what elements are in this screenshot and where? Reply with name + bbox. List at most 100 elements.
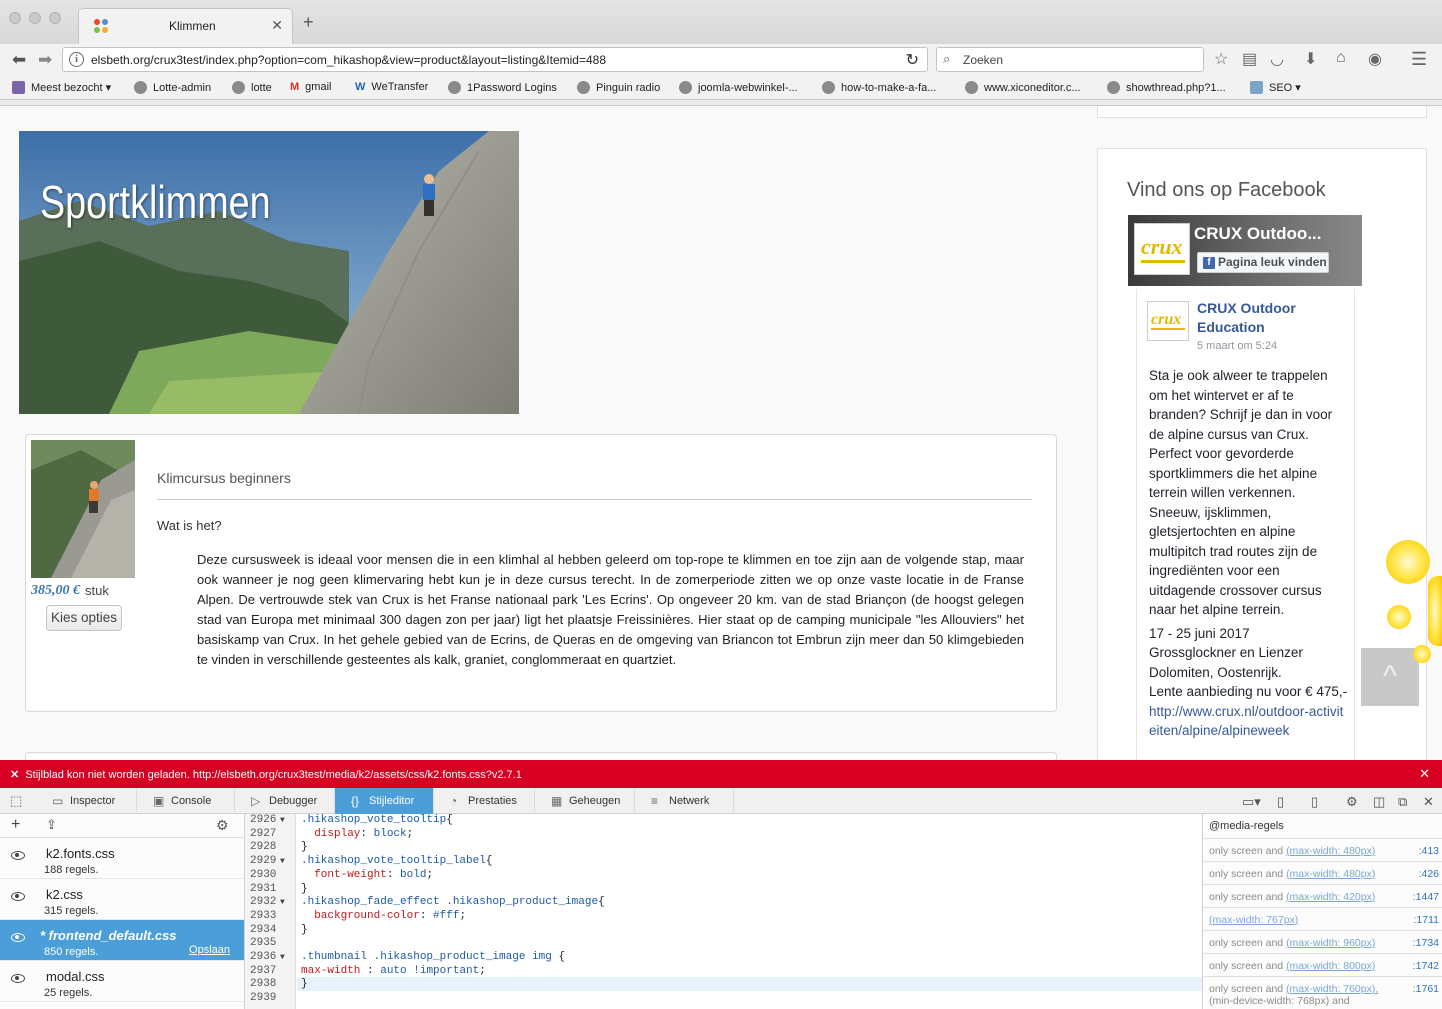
maximize-window-button[interactable] — [49, 12, 61, 24]
new-tab-button[interactable]: + — [303, 12, 314, 33]
media-query-link[interactable]: (max-width: 420px) — [1286, 891, 1375, 903]
bookmark-how-to-make[interactable]: how-to-make-a-fa... — [822, 81, 936, 94]
media-query-link[interactable]: (max-width: 960px) — [1286, 937, 1375, 949]
code-line[interactable]: } — [301, 883, 308, 897]
facebook-like-button[interactable]: f Pagina leuk vinden — [1197, 252, 1329, 273]
screenshot-icon[interactable]: ▯ — [1311, 794, 1318, 810]
bookmark-xiconeditor[interactable]: www.xiconeditor.c... — [965, 81, 1081, 94]
post-date[interactable]: 5 maart om 5:24 — [1197, 340, 1277, 352]
media-rule-line[interactable]: :426 — [1419, 868, 1439, 880]
add-stylesheet-icon[interactable]: + — [11, 816, 20, 834]
reading-list-icon[interactable]: ▤ — [1242, 49, 1257, 69]
media-rule[interactable]: only screen and (max-width: 480px):426 — [1203, 861, 1442, 884]
tab-debugger[interactable]: ▷ Debugger — [235, 788, 335, 814]
bookmark-pinguin-radio[interactable]: Pinguin radio — [577, 81, 660, 94]
media-rule-line[interactable]: :1447 — [1413, 891, 1439, 903]
bookmark-joomla-webwinkel[interactable]: joomla-webwinkel-... — [679, 81, 798, 94]
back-button[interactable]: ⬅ — [12, 50, 26, 70]
responsive-mode-icon[interactable]: ▭▾ — [1242, 794, 1261, 810]
fold-icon[interactable]: ▼ — [280, 855, 285, 869]
tab-klimmen[interactable]: Klimmen ✕ — [78, 8, 293, 44]
media-query-link[interactable]: (max-width: 760px), — [1286, 983, 1378, 995]
media-query-link[interactable]: (max-width: 767px) — [1209, 914, 1298, 926]
close-error-icon[interactable]: ✕ — [1419, 766, 1430, 782]
addon-icon[interactable]: ◉ — [1368, 49, 1382, 69]
eye-icon[interactable] — [11, 892, 25, 901]
media-rule[interactable]: only screen and (max-width: 760px), (min-… — [1203, 976, 1442, 1007]
media-rule[interactable]: (max-width: 767px) :1711 — [1203, 907, 1442, 930]
eye-icon[interactable] — [11, 933, 25, 942]
stylesheet-item-selected[interactable]: * frontend_default.css 850 regels. Opsla… — [0, 920, 244, 961]
fold-icon[interactable]: ▼ — [280, 896, 285, 910]
tab-prestaties[interactable]: ◔ Prestaties — [434, 788, 535, 814]
facebook-page-name[interactable]: CRUX Outdoo... — [1194, 224, 1321, 244]
stylesheet-item[interactable]: k2.css 315 regels. — [0, 879, 244, 920]
bookmark-gmail[interactable]: Mgmail — [290, 81, 331, 93]
media-rule-line[interactable]: :1742 — [1413, 960, 1439, 972]
product-thumbnail[interactable] — [31, 440, 135, 578]
bookmark-meest-bezocht[interactable]: Meest bezocht ▾ — [12, 81, 111, 94]
post-author-avatar[interactable]: crux — [1147, 301, 1189, 341]
bookmark-1password[interactable]: 1Password Logins — [448, 81, 557, 94]
media-rule[interactable]: only screen and (max-width: 800px):1742 — [1203, 953, 1442, 976]
choose-options-button[interactable]: Kies opties — [46, 605, 122, 631]
scratchpad-icon[interactable]: ▯ — [1277, 794, 1284, 810]
code-line[interactable]: .thumbnail .hikashop_product_image img { — [301, 951, 565, 965]
eye-icon[interactable] — [11, 851, 25, 860]
close-tab-icon[interactable]: ✕ — [271, 17, 283, 34]
pick-element-icon[interactable]: ⬚ — [10, 793, 22, 809]
menu-icon[interactable]: ☰ — [1411, 49, 1427, 70]
bookmark-showthread[interactable]: showthread.php?1... — [1107, 81, 1226, 94]
eye-icon[interactable] — [11, 974, 25, 983]
media-rule-line[interactable]: :413 — [1419, 845, 1439, 857]
tab-geheugen[interactable]: ▦ Geheugen — [535, 788, 635, 814]
code-line[interactable]: .hikashop_vote_tooltip{ — [301, 814, 453, 828]
settings-icon[interactable]: ⚙ — [216, 817, 229, 834]
code-line[interactable]: } — [301, 924, 308, 938]
reload-icon[interactable]: ↻ — [906, 50, 919, 70]
media-rule[interactable]: only screen and (max-width: 420px):1447 — [1203, 884, 1442, 907]
stylesheet-item[interactable]: k2.fonts.css 188 regels. — [0, 838, 244, 879]
close-devtools-icon[interactable]: ✕ — [1423, 794, 1434, 810]
bookmark-seo[interactable]: SEO ▾ — [1250, 81, 1301, 94]
code-line[interactable]: font-weight: bold; — [301, 869, 433, 883]
url-bar[interactable]: i elsbeth.org/crux3test/index.php?option… — [62, 47, 928, 72]
bookmark-lotte[interactable]: lotte — [232, 81, 272, 94]
fold-icon[interactable]: ▼ — [280, 814, 285, 828]
media-rule-line[interactable]: :1734 — [1413, 937, 1439, 949]
media-query-link[interactable]: (max-width: 800px) — [1286, 960, 1375, 972]
download-icon[interactable]: ⬇ — [1304, 49, 1317, 69]
tab-console[interactable]: ▣ Console — [137, 788, 235, 814]
home-icon[interactable]: ⌂ — [1336, 49, 1346, 67]
media-rule[interactable]: only screen and (max-width: 960px):1734 — [1203, 930, 1442, 953]
tab-inspector[interactable]: ▭ Inspector — [36, 788, 137, 814]
css-editor[interactable]: 2926 ▼ 2927 2928 2929 ▼ 2930 2931 2932 ▼ 2933 2934 2… — [245, 814, 1202, 1009]
code-line[interactable]: } — [301, 978, 308, 992]
tab-stijleditor[interactable]: {} Stijleditor — [335, 788, 434, 814]
search-input[interactable]: ⌕ Zoeken — [936, 47, 1204, 72]
bookmark-wetransfer[interactable]: W WeTransfer — [355, 81, 428, 93]
import-stylesheet-icon[interactable]: ⇪ — [46, 817, 57, 833]
stylesheet-item[interactable]: modal.css 25 regels. — [0, 961, 244, 1002]
media-rule-line[interactable]: :1761 — [1413, 983, 1439, 995]
post-link[interactable]: http://www.crux.nl/outdoor-activiteiten/… — [1149, 704, 1343, 739]
code-line[interactable]: } — [301, 841, 308, 855]
product-title[interactable]: Klimcursus beginners — [157, 470, 291, 486]
post-author-name[interactable]: CRUX Outdoor Education — [1197, 299, 1347, 337]
media-query-link[interactable]: (max-width: 480px) — [1286, 845, 1375, 857]
bookmark-star-icon[interactable]: ☆ — [1214, 49, 1228, 69]
forward-button[interactable]: ➡ — [38, 50, 52, 70]
dock-side-icon[interactable]: ◫ — [1373, 794, 1385, 810]
code-line[interactable]: .hikashop_fade_effect .hikashop_product_… — [301, 896, 605, 910]
settings-icon[interactable]: ⚙ — [1346, 794, 1358, 810]
save-link[interactable]: Opslaan — [189, 944, 230, 956]
close-window-button[interactable] — [9, 12, 21, 24]
code-line[interactable]: display: block; — [301, 828, 413, 842]
media-rule-line[interactable]: :1711 — [1414, 914, 1440, 926]
site-info-icon[interactable]: i — [69, 52, 84, 67]
code-line[interactable]: background-color: #fff; — [301, 910, 466, 924]
media-rule[interactable]: only screen and (max-width: 480px):413 — [1203, 838, 1442, 861]
facebook-page-banner[interactable]: crux CRUX Outdoo... f Pagina leuk vinden — [1128, 215, 1362, 286]
undock-icon[interactable]: ⧉ — [1398, 794, 1407, 810]
code-line[interactable]: .hikashop_vote_tooltip_label{ — [301, 855, 492, 869]
